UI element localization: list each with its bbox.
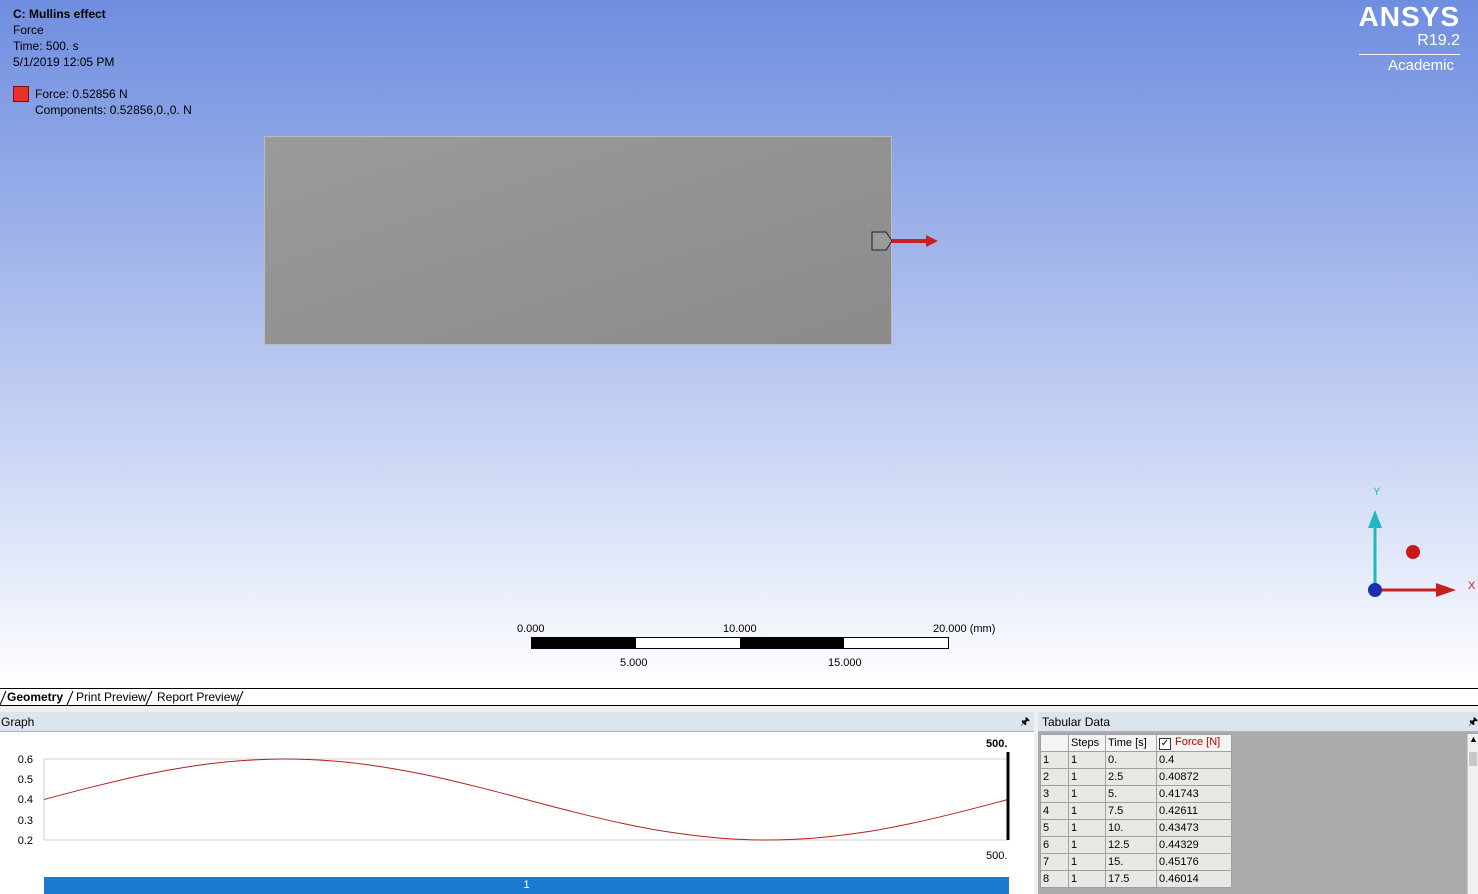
scale-label-15: 15.000: [828, 657, 862, 669]
time-step-bar[interactable]: 1: [44, 877, 1009, 894]
force-cell: 0.41743: [1156, 785, 1232, 803]
table-row[interactable]: 4 1 7.5 0.42611: [1040, 802, 1232, 820]
triad-y-label: Y: [1373, 486, 1381, 498]
tabular-header: Tabular Data 🖈: [1038, 712, 1478, 732]
tabular-title: Tabular Data: [1042, 715, 1111, 729]
scale-bar-graphic: [531, 637, 949, 649]
brand-name: ANSYS: [1358, 1, 1460, 32]
force-cell: 0.42611: [1156, 802, 1232, 820]
row-index-cell: 7: [1040, 853, 1069, 871]
force-visibility-checkbox[interactable]: ✓: [1159, 738, 1171, 750]
scroll-up-icon[interactable]: ▲: [1469, 734, 1478, 744]
object-name: Force: [13, 23, 44, 37]
force-cell: 0.46014: [1156, 870, 1232, 888]
tabular-table: Steps Time [s] ✓ Force [N] 1 1 0. 0.4 2 1 2.5 0.…: [1040, 734, 1232, 888]
steps-cell: 1: [1068, 870, 1106, 888]
tab-separators: [0, 690, 244, 706]
row-index-cell: 3: [1040, 785, 1069, 803]
force-header-label: Force [N]: [1175, 736, 1221, 748]
scale-label-5: 5.000: [620, 657, 648, 669]
brand-edition: Academic: [1358, 54, 1460, 75]
graph-panel: Graph 🖈 0.6 0.5 0.4 0.3 0.2 500. 500. 1: [0, 712, 1034, 894]
force-header[interactable]: ✓ Force [N]: [1156, 734, 1232, 752]
row-index-cell: 4: [1040, 802, 1069, 820]
steps-cell: 1: [1068, 768, 1106, 786]
time-cell: 10.: [1105, 819, 1157, 837]
steps-cell: 1: [1068, 836, 1106, 854]
time-cell: 17.5: [1105, 870, 1157, 888]
row-index-cell: 5: [1040, 819, 1069, 837]
time-cell: 15.: [1105, 853, 1157, 871]
time-cell: 5.: [1105, 785, 1157, 803]
geometry-body[interactable]: [264, 136, 892, 345]
row-index-cell: 2: [1040, 768, 1069, 786]
force-legend-value: Force: 0.52856 N: [35, 87, 128, 101]
ansys-logo: ANSYS R19.2 Academic: [1358, 1, 1460, 75]
time-cell: 0.: [1105, 751, 1157, 769]
table-row[interactable]: 7 1 15. 0.45176: [1040, 853, 1232, 871]
row-index-header: [1040, 734, 1069, 752]
table-row[interactable]: 6 1 12.5 0.44329: [1040, 836, 1232, 854]
steps-cell: 1: [1068, 819, 1106, 837]
graphics-viewport[interactable]: C: Mullins effect Force Time: 500. s 5/1…: [0, 0, 1478, 688]
scale-label-20: 20.000 (mm): [933, 623, 996, 635]
scale-bar: 0.000 10.000 20.000 (mm) 5.000 15.000: [500, 620, 1060, 680]
view-tabs: Geometry Print Preview Report Preview: [0, 688, 1478, 706]
time-cell: 2.5: [1105, 768, 1157, 786]
date-label: 5/1/2019 12:05 PM: [13, 55, 115, 69]
steps-cell: 1: [1068, 802, 1106, 820]
row-index-cell: 1: [1040, 751, 1069, 769]
annotation-block: C: Mullins effect Force Time: 500. s 5/1…: [13, 6, 114, 70]
steps-cell: 1: [1068, 785, 1106, 803]
force-cell: 0.43473: [1156, 819, 1232, 837]
force-series-line: [43, 758, 1009, 841]
steps-cell: 1: [1068, 751, 1106, 769]
tabular-scrollbar[interactable]: ▲: [1467, 734, 1478, 894]
force-legend-components: Components: 0.52856,0.,0. N: [35, 103, 192, 117]
time-cell: 7.5: [1105, 802, 1157, 820]
force-cell: 0.45176: [1156, 853, 1232, 871]
force-arrow-icon[interactable]: [868, 228, 948, 256]
time-label: Time: 500. s: [13, 39, 79, 53]
axis-triad[interactable]: Y X: [1340, 480, 1478, 620]
triad-icon: [1368, 510, 1456, 597]
scroll-thumb[interactable]: [1469, 752, 1477, 766]
force-legend-swatch: [13, 86, 29, 102]
steps-header[interactable]: Steps: [1068, 734, 1106, 752]
force-cell: 0.4: [1156, 751, 1232, 769]
table-row[interactable]: 8 1 17.5 0.46014: [1040, 870, 1232, 888]
time-cell: 12.5: [1105, 836, 1157, 854]
time-header[interactable]: Time [s]: [1105, 734, 1157, 752]
scale-label-0: 0.000: [517, 623, 545, 635]
pin-icon[interactable]: 🖈: [1468, 712, 1478, 732]
force-plot[interactable]: [0, 712, 1034, 877]
table-row[interactable]: 2 1 2.5 0.40872: [1040, 768, 1232, 786]
triad-x-label: X: [1468, 580, 1476, 592]
row-index-cell: 8: [1040, 870, 1069, 888]
table-row[interactable]: 3 1 5. 0.41743: [1040, 785, 1232, 803]
brand-version: R19.2: [1417, 32, 1460, 49]
table-row[interactable]: 5 1 10. 0.43473: [1040, 819, 1232, 837]
row-index-cell: 6: [1040, 836, 1069, 854]
force-cell: 0.40872: [1156, 768, 1232, 786]
analysis-title: C: Mullins effect: [13, 7, 106, 21]
force-cell: 0.44329: [1156, 836, 1232, 854]
table-row[interactable]: 1 1 0. 0.4: [1040, 751, 1232, 769]
tabular-data-panel: Tabular Data 🖈 Steps Time [s] ✓ Force [N]…: [1038, 712, 1478, 894]
steps-cell: 1: [1068, 853, 1106, 871]
scale-label-10: 10.000: [723, 623, 757, 635]
